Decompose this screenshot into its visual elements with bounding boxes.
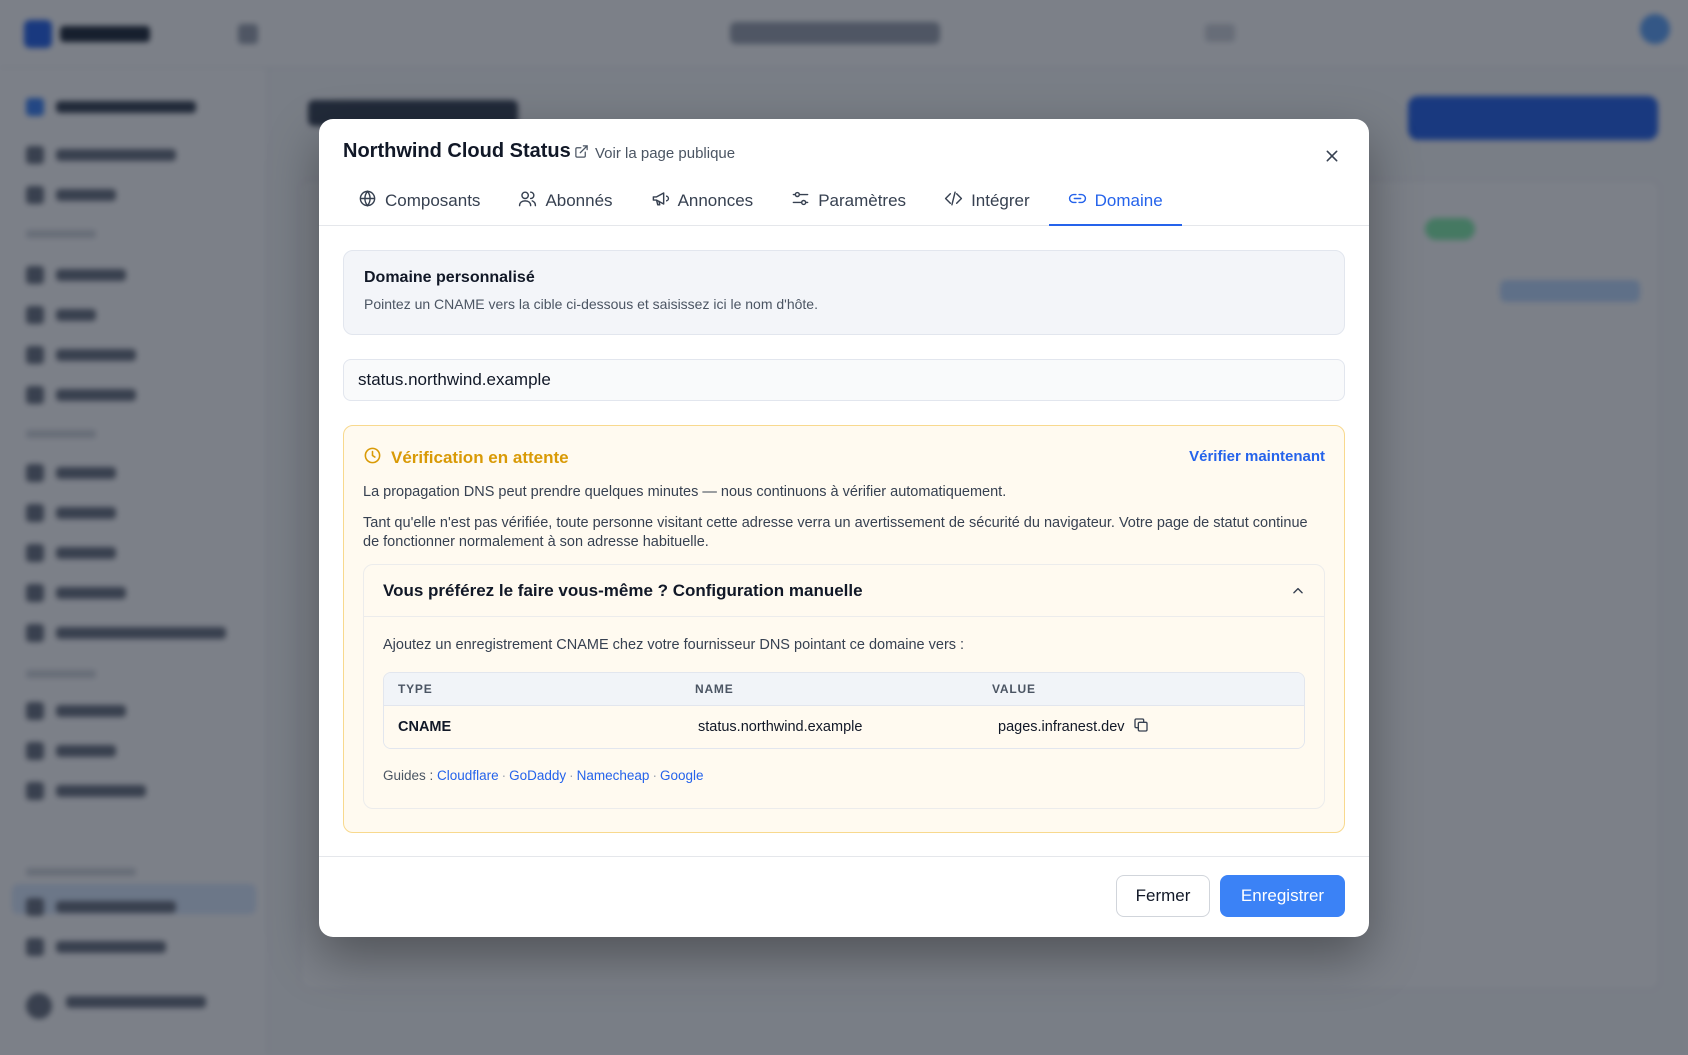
modal-tabs: Composants Abonnés Annonces Paramètres I…	[339, 177, 1182, 226]
guide-link-godaddy[interactable]: GoDaddy	[509, 768, 566, 783]
manual-config-toggle[interactable]: Vous préférez le faire vous-même ? Confi…	[364, 565, 1324, 617]
users-icon	[518, 189, 537, 213]
link-icon	[1068, 189, 1087, 213]
guide-separator: ·	[501, 768, 507, 783]
guide-link-google[interactable]: Google	[660, 768, 704, 783]
manual-config-panel: Vous préférez le faire vous-même ? Confi…	[363, 564, 1325, 809]
hostname-input[interactable]	[343, 359, 1345, 401]
guide-link-namecheap[interactable]: Namecheap	[577, 768, 650, 783]
verification-status-label: Vérification en attente	[391, 448, 569, 467]
chevron-up-icon	[1291, 583, 1305, 603]
tab-composants[interactable]: Composants	[339, 177, 499, 226]
column-header-value: VALUE	[992, 682, 1036, 696]
tab-integrer[interactable]: Intégrer	[925, 177, 1049, 226]
tab-label: Paramètres	[818, 190, 907, 210]
modal-footer: Fermer Enregistrer	[319, 856, 1369, 937]
record-value-cell: pages.infranest.dev	[978, 717, 1304, 737]
tab-label: Intégrer	[971, 190, 1030, 210]
custom-domain-description: Pointez un CNAME vers la cible ci-dessou…	[364, 296, 818, 312]
guide-separator: ·	[652, 768, 657, 783]
custom-domain-info: Domaine personnalisé Pointez un CNAME ve…	[343, 250, 1345, 335]
manual-config-description: Ajoutez un enregistrement CNAME chez vot…	[383, 637, 965, 653]
modal-header: Northwind Cloud Status Voir la page publ…	[319, 119, 1369, 226]
guide-separator: ·	[569, 768, 574, 783]
copy-icon[interactable]	[1133, 717, 1149, 737]
column-header-name: NAME	[695, 682, 734, 696]
verification-pending-panel: Vérification en attente Vérifier mainten…	[343, 425, 1345, 833]
public-page-link-label: Voir la page publique	[595, 145, 736, 162]
security-warning-note: Tant qu'elle n'est pas vérifiée, toute p…	[363, 515, 1308, 550]
close-icon[interactable]	[1319, 143, 1345, 169]
column-header-type: TYPE	[398, 682, 433, 696]
tab-domaine[interactable]: Domaine	[1048, 177, 1182, 226]
record-type: CNAME	[398, 719, 452, 735]
megaphone-icon	[651, 189, 670, 213]
tab-parametres[interactable]: Paramètres	[772, 177, 925, 226]
sliders-icon	[791, 189, 810, 213]
close-button[interactable]: Fermer	[1116, 875, 1210, 917]
tab-label: Annonces	[677, 190, 754, 210]
tab-label: Composants	[385, 190, 481, 210]
record-name: status.northwind.example	[698, 719, 863, 735]
table-row: CNAME status.northwind.example pages.inf…	[384, 706, 1304, 748]
public-page-link[interactable]: Voir la page publique	[574, 144, 735, 163]
globe-icon	[358, 189, 377, 213]
verification-status: Vérification en attente	[363, 446, 1325, 470]
table-header: TYPE NAME VALUE	[384, 673, 1304, 706]
save-button[interactable]: Enregistrer	[1220, 875, 1345, 917]
verify-now-link[interactable]: Vérifier maintenant	[1189, 448, 1325, 465]
modal-title: Northwind Cloud Status	[343, 140, 571, 162]
custom-domain-title: Domaine personnalisé	[364, 269, 535, 286]
clock-icon	[363, 446, 382, 470]
tab-label: Domaine	[1094, 190, 1163, 210]
tab-annonces[interactable]: Annonces	[632, 177, 773, 226]
external-link-icon	[574, 144, 589, 163]
manual-config-title: Vous préférez le faire vous-même ? Confi…	[383, 580, 863, 600]
tab-abonnes[interactable]: Abonnés	[499, 177, 631, 226]
dns-record-table: TYPE NAME VALUE CNAME status.northwind.e…	[383, 672, 1305, 749]
tab-label: Abonnés	[545, 190, 613, 210]
code-icon	[944, 189, 963, 213]
status-page-modal: Northwind Cloud Status Voir la page publ…	[319, 119, 1369, 937]
guides-label: Guides :	[383, 768, 434, 783]
record-value: pages.infranest.dev	[998, 719, 1125, 735]
dns-guides: Guides : Cloudflare · GoDaddy · Namecheap · Go…	[364, 749, 1324, 783]
modal-body: Domaine personnalisé Pointez un CNAME ve…	[343, 250, 1345, 833]
propagation-note: La propagation DNS peut prendre quelques…	[363, 484, 1007, 500]
guide-link-cloudflare[interactable]: Cloudflare	[437, 768, 499, 783]
